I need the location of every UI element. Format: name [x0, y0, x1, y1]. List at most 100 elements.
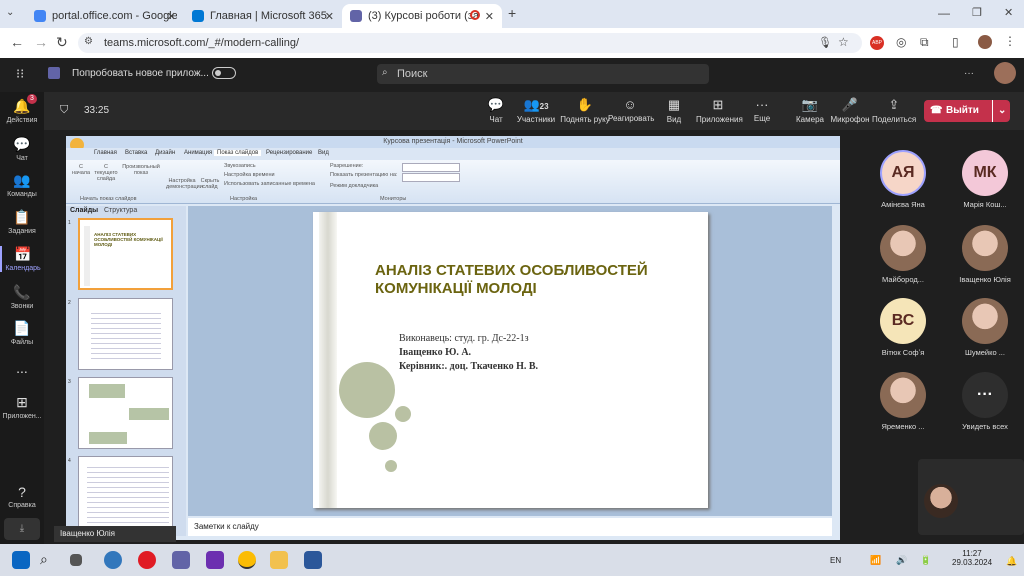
- rail-item-calendar[interactable]: 📅 Календарь: [0, 246, 44, 272]
- participant-tile[interactable]: Майбород...: [868, 225, 938, 284]
- system-clock[interactable]: 11:27 29.03.2024: [952, 549, 992, 567]
- app-launcher-icon[interactable]: ⁝⁝: [16, 66, 24, 82]
- participant-tile[interactable]: Іващенко Юлія: [950, 225, 1020, 284]
- rail-item-assignments[interactable]: 📋 Задания: [0, 209, 44, 235]
- participant-tile[interactable]: МК Марія Кош...: [950, 150, 1020, 209]
- hide-slide-button[interactable]: Скрыть слайд: [200, 178, 220, 190]
- tab-teams-meeting[interactable]: (3) Курсові роботи (захист ✕: [342, 4, 502, 28]
- use-timings-checkbox[interactable]: Использовать записанные времена: [224, 181, 315, 187]
- participant-tile[interactable]: Яременко ...: [868, 372, 938, 431]
- translate-icon[interactable]: ◎: [896, 35, 906, 49]
- setup-show-button[interactable]: Настройка демонстрации: [166, 178, 203, 190]
- notification-icon[interactable]: 🔔: [1006, 556, 1017, 567]
- reload-icon[interactable]: ↻: [56, 34, 68, 51]
- mic-permission-icon[interactable]: 🎙: [818, 36, 832, 49]
- forward-icon[interactable]: →: [34, 34, 48, 50]
- bookmark-star-icon[interactable]: ☆: [838, 35, 849, 49]
- download-icon[interactable]: ⤓: [4, 518, 40, 540]
- try-new-teams-toggle[interactable]: [212, 67, 236, 79]
- panel-tab-outline[interactable]: Структура: [104, 207, 137, 214]
- extensions-icon[interactable]: ⧉: [920, 35, 929, 50]
- resolution-dropdown[interactable]: [402, 163, 460, 172]
- close-tab-icon[interactable]: ✕: [325, 10, 334, 23]
- rail-item-teams[interactable]: 👥 Команды: [0, 172, 44, 198]
- camera-button[interactable]: 📷 Камера: [788, 97, 832, 124]
- microphone-button[interactable]: 🎤 Микрофон: [828, 97, 872, 124]
- windows-start-icon[interactable]: [12, 551, 30, 569]
- search-input[interactable]: Поиск: [377, 64, 709, 84]
- monitor-dropdown[interactable]: [402, 173, 460, 182]
- rail-item-chat[interactable]: 💬 Чат: [0, 136, 44, 162]
- chat-button[interactable]: 💬 Чат: [474, 97, 518, 124]
- slide-thumbnail-3[interactable]: [78, 377, 173, 449]
- record-narration-button[interactable]: Звукозапись: [224, 163, 256, 169]
- rail-item-calls[interactable]: 📞 Звонки: [0, 284, 44, 310]
- custom-show-button[interactable]: Произвольный показ: [122, 164, 160, 176]
- participant-tile[interactable]: АЯ Амінєва Яна: [868, 150, 938, 209]
- notes-field[interactable]: Заметки к слайду: [188, 518, 832, 536]
- raise-hand-button[interactable]: ✋ Поднять руку: [560, 97, 610, 124]
- rail-item-files[interactable]: 📄 Файлы: [0, 320, 44, 346]
- rail-item-more[interactable]: ...: [0, 360, 44, 378]
- opera-icon[interactable]: [138, 551, 156, 569]
- slide-thumbnail-1[interactable]: АНАЛІЗ СТАТЕВИХ ОСОБЛИВОСТЕЙ КОМУНІКАЦІЇ…: [78, 218, 173, 290]
- task-view-icon[interactable]: [70, 554, 82, 566]
- tab-search-icon[interactable]: ⌄: [6, 7, 14, 18]
- react-button[interactable]: ☺ Реагировать: [608, 97, 654, 123]
- language-indicator[interactable]: EN: [830, 556, 841, 565]
- file-explorer-icon[interactable]: [270, 551, 288, 569]
- tab-google-search[interactable]: portal.office.com - Google Sea ✕: [26, 4, 184, 28]
- leave-button[interactable]: ☎ Выйти ⌄: [924, 100, 1010, 122]
- from-start-button[interactable]: С начала: [70, 164, 92, 176]
- new-tab-button[interactable]: +: [508, 5, 516, 21]
- close-tab-icon[interactable]: ✕: [485, 10, 494, 23]
- panel-tab-slides[interactable]: Слайды: [70, 207, 98, 214]
- ribbon-tab[interactable]: Анимация: [184, 150, 212, 156]
- chevron-down-icon[interactable]: ⌄: [992, 100, 1006, 122]
- teams-notification-icon[interactable]: [206, 551, 224, 569]
- participants-button[interactable]: 👥23 Участники: [514, 97, 558, 124]
- minimize-button[interactable]: —: [938, 6, 950, 20]
- ribbon-tab-active[interactable]: Показ слайдов: [214, 150, 262, 156]
- wifi-icon[interactable]: 📶: [870, 555, 881, 566]
- slide-thumbnail-2[interactable]: [78, 298, 173, 370]
- more-button[interactable]: ··· Еще: [740, 97, 784, 123]
- sidepanel-icon[interactable]: ▯: [952, 35, 959, 49]
- tab-microsoft-365[interactable]: Главная | Microsoft 365 ✕: [184, 4, 342, 28]
- search-icon[interactable]: ⌕: [40, 551, 58, 569]
- ribbon-tab[interactable]: Рецензирование: [266, 150, 312, 156]
- presenter-view-checkbox[interactable]: Режим докладчика: [330, 183, 378, 189]
- close-tab-icon[interactable]: ✕: [167, 10, 176, 23]
- volume-icon[interactable]: 🔊: [896, 555, 907, 566]
- rail-item-activity[interactable]: 🔔 Действия: [0, 98, 44, 124]
- close-window-button[interactable]: ✕: [1004, 6, 1013, 19]
- rail-item-help[interactable]: ? Справка: [0, 484, 44, 509]
- view-button[interactable]: ▦ Вид: [652, 97, 696, 124]
- ribbon-tab[interactable]: Главная: [94, 150, 117, 156]
- edge-icon[interactable]: [104, 551, 122, 569]
- url-field[interactable]: teams.microsoft.com/_#/modern-calling/: [78, 33, 862, 53]
- word-icon[interactable]: [304, 551, 322, 569]
- chrome-icon[interactable]: [238, 551, 256, 569]
- see-all-button[interactable]: ··· Увидеть всех: [950, 372, 1020, 431]
- ribbon-tab[interactable]: Вставка: [125, 150, 147, 156]
- back-icon[interactable]: ←: [10, 34, 24, 50]
- participant-tile[interactable]: ВС Вітюк Софʼя: [868, 298, 938, 357]
- apps-button[interactable]: ⊞ Приложения: [696, 97, 743, 124]
- adblock-icon[interactable]: ABP: [870, 36, 884, 50]
- user-avatar[interactable]: [994, 62, 1016, 84]
- share-button[interactable]: ⇪ Поделиться: [872, 97, 916, 124]
- maximize-button[interactable]: ❐: [972, 6, 982, 19]
- from-current-button[interactable]: С текущего слайда: [92, 164, 120, 182]
- teams-app-icon[interactable]: [172, 551, 190, 569]
- rehearse-timings-button[interactable]: Настройка времени: [224, 172, 275, 178]
- site-info-icon[interactable]: ⚙: [84, 36, 93, 47]
- ribbon-tab[interactable]: Вид: [318, 150, 329, 156]
- more-options-icon[interactable]: ···: [964, 68, 974, 79]
- battery-icon[interactable]: 🔋: [920, 555, 931, 566]
- browser-menu-icon[interactable]: ⋮: [1004, 34, 1016, 48]
- rail-item-apps[interactable]: ⊞ Приложен...: [0, 394, 44, 420]
- ribbon-tab[interactable]: Дизайн: [155, 150, 175, 156]
- slide-thumbnail-4[interactable]: [78, 456, 173, 528]
- profile-avatar[interactable]: [978, 35, 992, 49]
